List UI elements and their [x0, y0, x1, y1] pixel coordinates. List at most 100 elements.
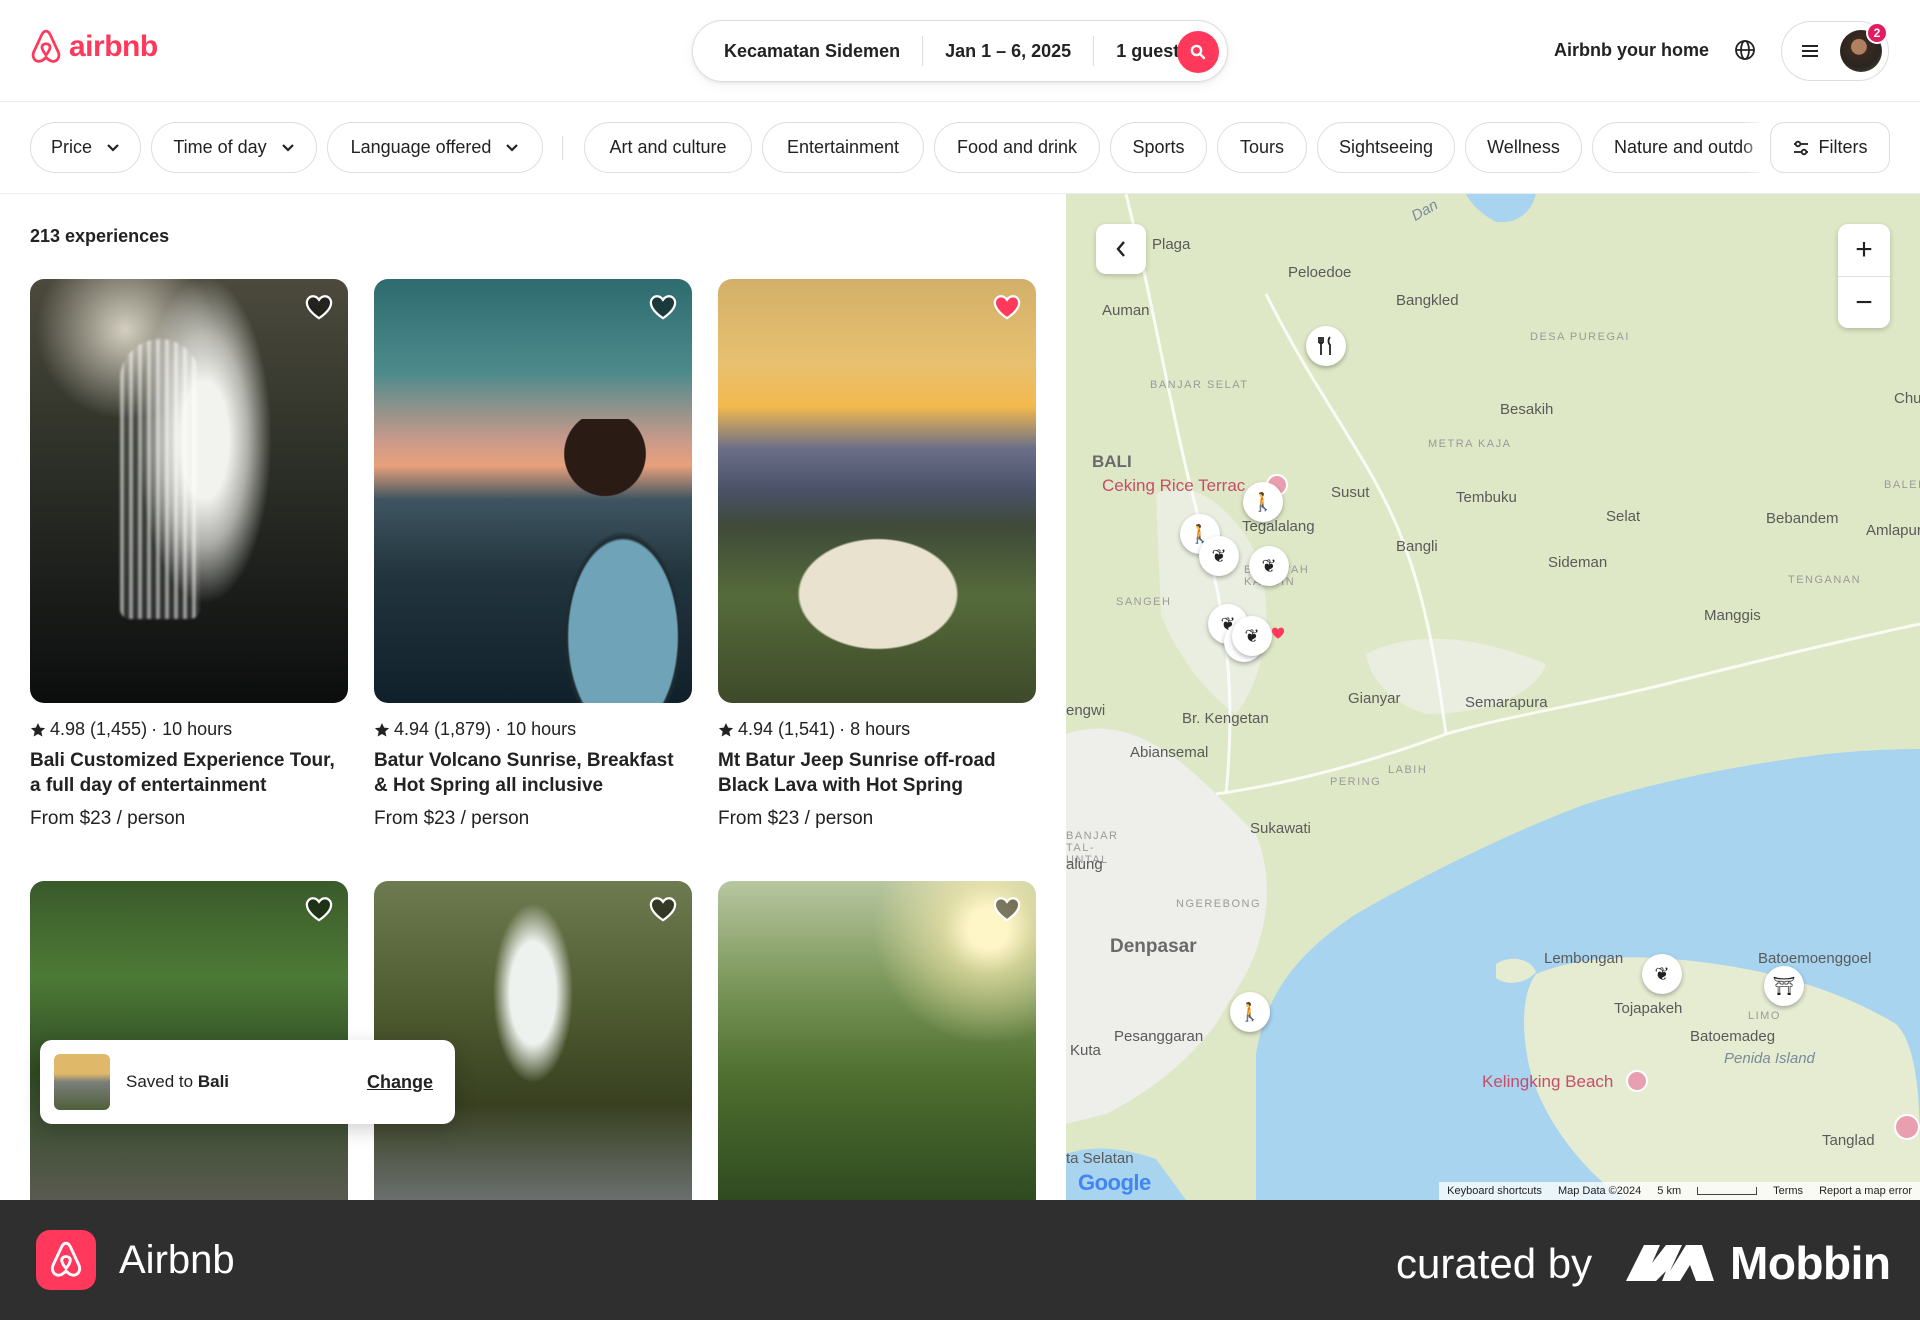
temple-pin[interactable]: ⛩: [1764, 966, 1804, 1006]
category-chip-wellness[interactable]: Wellness: [1465, 122, 1582, 173]
listing-card[interactable]: 4.98 (1,455) · 10 hours Bali Customized …: [30, 279, 348, 830]
map-label: engwi: [1066, 702, 1106, 719]
terms-link[interactable]: Terms: [1773, 1185, 1803, 1197]
listing-rating: 4.98 (1,455) · 10 hours: [30, 719, 348, 740]
airbnb-logo-icon: [50, 1241, 82, 1277]
listing-title[interactable]: Batur Volcano Sunrise, Breakfast & Hot S…: [374, 748, 692, 798]
map-label: Denpasar: [1110, 936, 1197, 957]
price-filter-dropdown[interactable]: Price: [30, 122, 141, 173]
map-label: Sideman: [1548, 554, 1608, 571]
heart-icon[interactable]: [992, 895, 1022, 923]
map-label: Br. Kengetan: [1182, 710, 1269, 727]
map-label: Pesanggaran: [1114, 1028, 1204, 1045]
listing-title[interactable]: Mt Batur Jeep Sunrise off-road Black Lav…: [718, 748, 1036, 798]
map-label: Bebandem: [1766, 510, 1839, 527]
user-menu-button[interactable]: 2: [1781, 21, 1889, 81]
filters-button[interactable]: Filters: [1770, 122, 1890, 173]
collapse-map-button[interactable]: [1096, 224, 1146, 274]
heart-icon[interactable]: [304, 293, 334, 321]
map-label: Bangkled: [1396, 292, 1459, 309]
map-data-label: Map Data ©2024: [1557, 1185, 1642, 1197]
map-label: Kuta: [1070, 1042, 1101, 1059]
change-wishlist-link[interactable]: Change: [367, 1072, 433, 1093]
google-logo: Google: [1078, 1170, 1151, 1196]
heart-filled-icon[interactable]: [992, 293, 1022, 321]
map-label: Lembongan: [1544, 950, 1624, 967]
airbnb-logo[interactable]: airbnb: [29, 29, 158, 65]
map-label: Susut: [1331, 484, 1370, 501]
map-label: Plaga: [1152, 236, 1191, 253]
chevron-down-icon: [506, 143, 519, 152]
map-attribution: Keyboard shortcuts Map Data ©2024 5 km T…: [1439, 1182, 1920, 1200]
nature-pin[interactable]: ❦: [1249, 546, 1289, 586]
search-location[interactable]: Kecamatan Sidemen: [693, 41, 922, 62]
nature-pin[interactable]: ❦: [1199, 536, 1239, 576]
listing-card[interactable]: [718, 881, 1036, 1201]
map-label: LIMO: [1748, 1010, 1781, 1022]
app-name: Airbnb: [119, 1238, 235, 1282]
heart-icon[interactable]: [648, 895, 678, 923]
listing-photo[interactable]: [374, 279, 692, 703]
category-chip-sports[interactable]: Sports: [1110, 122, 1207, 173]
scale-label: 5 km: [1657, 1185, 1682, 1197]
listing-photo[interactable]: [718, 881, 1036, 1201]
map-label: Abiansemal: [1130, 744, 1209, 761]
filters-button-label: Filters: [1818, 137, 1868, 157]
airbnb-your-home-link[interactable]: Airbnb your home: [1554, 40, 1709, 61]
sliders-icon: [1793, 140, 1808, 155]
search-dates[interactable]: Jan 1 – 6, 2025: [923, 41, 1093, 62]
zoom-out-button[interactable]: −: [1838, 277, 1890, 329]
toast-prefix: Saved to: [126, 1072, 194, 1091]
listing-card[interactable]: 4.94 (1,879) · 10 hours Batur Volcano Su…: [374, 279, 692, 830]
airbnb-logo-icon: [31, 29, 61, 63]
map-label: SANGEH: [1116, 596, 1172, 608]
heart-icon[interactable]: [304, 895, 334, 923]
map-label: NGEREBONG: [1176, 898, 1262, 910]
category-chip-art-and-culture[interactable]: Art and culture: [584, 122, 752, 173]
listing-card[interactable]: 4.94 (1,541) · 8 hours Mt Batur Jeep Sun…: [718, 279, 1036, 830]
avatar: 2: [1840, 22, 1888, 72]
listing-photo[interactable]: [30, 279, 348, 703]
star-icon: [718, 722, 734, 736]
category-chip-tours[interactable]: Tours: [1217, 122, 1307, 173]
scale-bar: [1697, 1187, 1758, 1195]
map-label: Gianyar: [1348, 690, 1401, 707]
heart-icon[interactable]: [648, 293, 678, 321]
map-label: Peloedoe: [1288, 264, 1352, 281]
saved-heart-marker-icon: [1271, 627, 1285, 639]
results-count: 213 experiences: [30, 226, 170, 246]
map-label: Auman: [1102, 302, 1150, 319]
star-icon: [30, 722, 46, 736]
listing-title[interactable]: Bali Customized Experience Tour, a full …: [30, 748, 348, 798]
rating-value: 4.98 (1,455): [50, 719, 148, 739]
globe-icon[interactable]: [1733, 38, 1757, 62]
price-filter-label: Price: [50, 137, 92, 157]
search-bar[interactable]: Kecamatan Sidemen Jan 1 – 6, 2025 1 gues…: [692, 20, 1228, 82]
category-chip-food-and-drink[interactable]: Food and drink: [934, 122, 1100, 173]
map-label: Ceking Rice Terrac: [1102, 476, 1246, 495]
category-chip-entertainment[interactable]: Entertainment: [762, 122, 924, 173]
hiking-pin[interactable]: 🚶: [1230, 992, 1270, 1032]
food-pin[interactable]: [1306, 326, 1346, 366]
search-button[interactable]: [1177, 31, 1219, 73]
nature-pin[interactable]: ❦: [1232, 616, 1272, 656]
language-filter-dropdown[interactable]: Language offered: [327, 122, 543, 173]
hiking-pin[interactable]: 🚶: [1243, 482, 1283, 522]
star-icon: [374, 722, 390, 736]
listing-photo[interactable]: [718, 279, 1036, 703]
map-footer: Google Keyboard shortcuts Map Data ©2024…: [1066, 1170, 1920, 1200]
map-panel[interactable]: Dan Plaga Peloedoe Bangkled Auman DESA P…: [1066, 194, 1920, 1200]
toast-message: Saved to Bali: [126, 1072, 229, 1092]
nature-pin[interactable]: ❦: [1642, 954, 1682, 994]
zoom-in-button[interactable]: +: [1838, 224, 1890, 276]
mobbin-wordmark: Mobbin: [1730, 1237, 1891, 1289]
category-chip-sightseeing[interactable]: Sightseeing: [1317, 122, 1455, 173]
keyboard-shortcuts-link[interactable]: Keyboard shortcuts: [1447, 1185, 1542, 1197]
report-map-error-link[interactable]: Report a map error: [1819, 1185, 1912, 1197]
map-label: Tembuku: [1456, 489, 1517, 506]
time-of-day-filter-dropdown[interactable]: Time of day: [151, 122, 317, 173]
map-label: ta Selatan: [1066, 1150, 1134, 1167]
category-chip-nature-and-outdoors[interactable]: Nature and outdo: [1592, 122, 1760, 173]
chevron-left-icon: [1116, 241, 1125, 257]
listing-duration: · 10 hours: [495, 719, 577, 739]
